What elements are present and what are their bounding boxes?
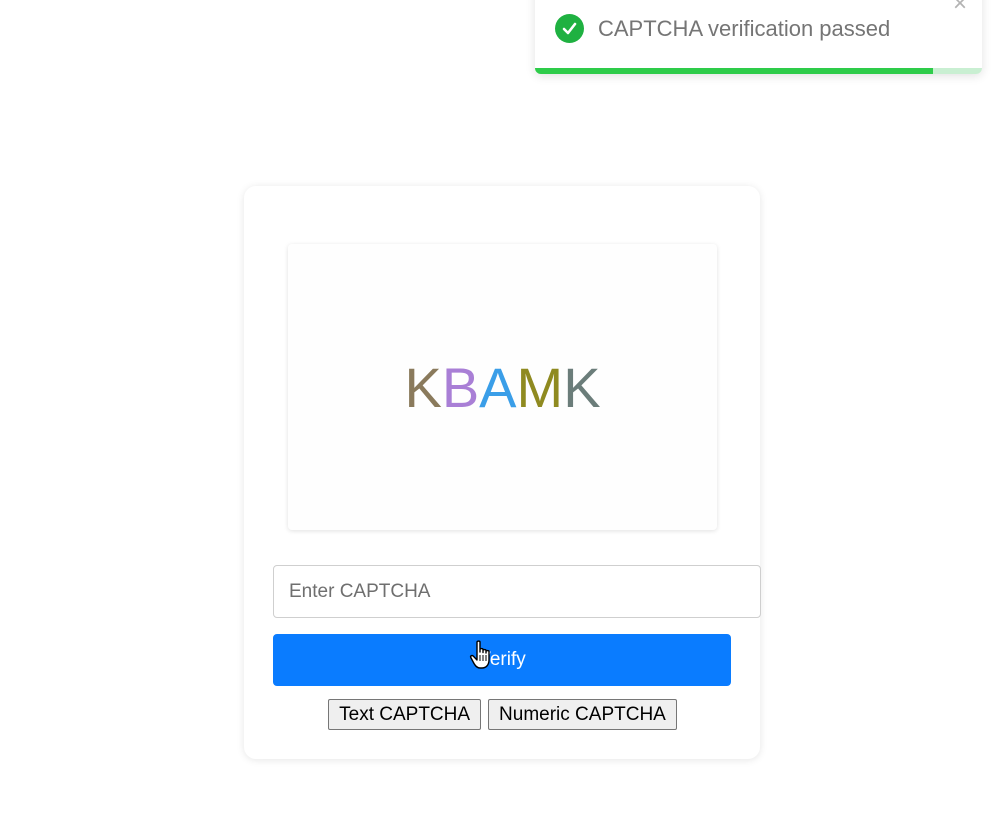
captcha-text: KBAMK — [404, 355, 600, 420]
captcha-card: KBAMK Verify Text CAPTCHA Numeric CAPTCH… — [244, 186, 761, 759]
toast-message: CAPTCHA verification passed — [598, 16, 891, 41]
captcha-char: M — [516, 355, 564, 419]
numeric-captcha-button[interactable]: Numeric CAPTCHA — [488, 699, 677, 730]
success-toast: CAPTCHA verification passed × — [535, 0, 982, 74]
captcha-type-switcher: Text CAPTCHA Numeric CAPTCHA — [244, 699, 760, 730]
close-icon[interactable]: × — [950, 0, 970, 16]
captcha-image: KBAMK — [288, 244, 717, 530]
verify-button[interactable]: Verify — [273, 634, 731, 686]
text-captcha-button[interactable]: Text CAPTCHA — [328, 699, 482, 730]
toast-progress-track — [535, 68, 982, 74]
captcha-input[interactable] — [273, 565, 761, 618]
page: CAPTCHA verification passed × KBAMK Veri… — [0, 0, 992, 828]
captcha-char: A — [479, 355, 517, 419]
captcha-char: B — [441, 355, 480, 419]
captcha-char: K — [404, 355, 442, 419]
toast-progress-bar — [535, 68, 933, 74]
check-circle-icon — [555, 14, 584, 43]
captcha-char: K — [563, 355, 601, 419]
